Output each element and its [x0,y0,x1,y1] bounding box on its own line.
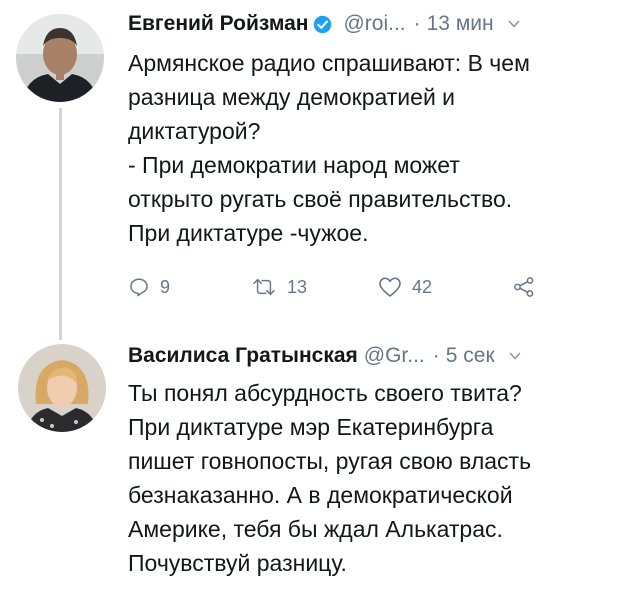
thread-connector-line [59,108,62,340]
tweet-gratynskaya[interactable]: Василиса Гратынская @Gr... · 5 сек Ты по… [0,320,620,599]
tweet-roizman[interactable]: Евгений Ройзман @roi... · 13 мин Армянск… [0,0,620,340]
avatar-gratynskaya[interactable] [18,344,106,432]
author-name[interactable]: Евгений Ройзман [128,9,308,39]
retweet-count: 13 [287,276,308,297]
like-button[interactable]: 42 [378,270,432,304]
tweet-text-line: Армянское радио спрашивают: В чем [128,50,530,76]
tweet-text: Армянское радио спрашивают: В чем разниц… [128,46,608,250]
tweet-text-line: Америке, тебя бы ждал Алькатрас. [128,516,503,542]
avatar-gratynskaya-image [18,344,106,432]
author-handle[interactable]: @Gr... [364,341,425,371]
tweet-text-line: Почувствуй разницу. [128,550,347,576]
tweet-actions: 9 13 42 [128,270,568,304]
reply-icon [130,278,148,297]
tweet-header: Евгений Ройзман @roi... · 13 мин [128,9,520,39]
like-count: 42 [412,276,433,297]
tweet-timestamp[interactable]: 5 сек [446,341,495,371]
avatar-roizman[interactable] [16,14,104,102]
retweet-button[interactable]: 13 [251,270,307,304]
tweet-text-line: безнаказанно. А в демократической [128,482,513,508]
share-button[interactable] [512,270,536,304]
retweet-icon [253,278,275,296]
tweet-text-line: диктатурой? [128,118,261,144]
verified-badge-icon [314,15,332,33]
tweet-text-line: При диктатуре -чужое. [128,220,369,246]
tweet-timestamp[interactable]: 13 мин [427,9,494,39]
tweet-header: Василиса Гратынская @Gr... · 5 сек [128,341,521,371]
share-icon [514,277,534,297]
separator-dot: · [432,344,440,367]
heart-icon [379,277,401,297]
separator-dot: · [413,12,421,35]
tweet-text-line: открыто ругать своё правительство. [128,186,513,212]
tweet-text-line: - При демократии народ может [128,152,460,178]
author-handle[interactable]: @roi... [343,9,405,39]
reply-button[interactable]: 9 [128,270,170,304]
tweet-text-line: разница между демократией и [128,84,456,110]
author-name[interactable]: Василиса Гратынская [128,341,358,371]
tweet-text-line: пишет говнопосты, ругая свою власть [128,448,532,474]
reply-count: 9 [160,276,171,297]
tweet-text-line: Ты понял абсурдность своего твита? [128,380,522,406]
tweet-text-line: При диктатуре мэр Екатеринбурга [128,414,494,440]
tweet-text: Ты понял абсурдность своего твита? При д… [128,376,608,580]
avatar-roizman-image [16,14,104,102]
chevron-down-icon[interactable] [508,18,520,30]
chevron-down-icon[interactable] [509,350,521,362]
